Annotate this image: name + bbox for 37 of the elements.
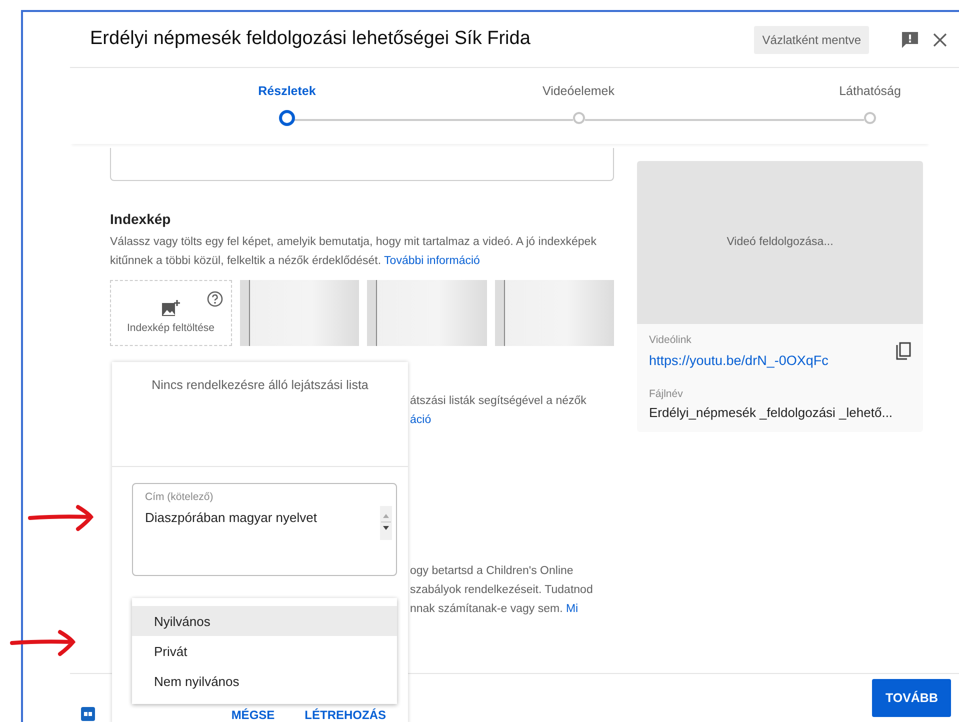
step-tab[interactable]: Láthatóság bbox=[810, 82, 930, 124]
menu-item[interactable]: Nyilvános bbox=[132, 606, 397, 636]
partial-text: átszási listák segítségével a nézők bbox=[410, 394, 588, 409]
more-info-link[interactable]: További információ bbox=[384, 255, 480, 267]
file-name: Erdélyi_népmesék _feldolgozási _lehető... bbox=[649, 404, 894, 422]
field-label: Fájlnév bbox=[649, 386, 684, 402]
copy-icon[interactable] bbox=[896, 342, 911, 360]
menu-item[interactable]: Nem nyilvános bbox=[132, 666, 397, 696]
spin-arrows-icon[interactable] bbox=[380, 506, 392, 540]
annotation-arrow bbox=[10, 629, 78, 657]
title-field[interactable]: Cím (kötelező) Diaszpórában magyar nyelvet bbox=[132, 483, 397, 576]
thumbnail-placeholder[interactable] bbox=[367, 280, 486, 346]
section-heading: Indexkép bbox=[110, 210, 172, 229]
partial-text: ogy betartsd a Children's Online bbox=[410, 565, 574, 577]
feedback-icon[interactable] bbox=[901, 30, 919, 48]
video-link[interactable]: https://youtu.be/drN_-0OXqFc bbox=[649, 352, 828, 368]
processing-label: Videó feldolgozása... bbox=[637, 161, 923, 324]
status-badge: Vázlatként mentve bbox=[754, 26, 869, 54]
description-field[interactable] bbox=[110, 148, 614, 181]
text-button[interactable]: MÉGSE bbox=[227, 706, 279, 722]
menu-item[interactable]: Privát bbox=[132, 636, 397, 666]
close-icon[interactable] bbox=[933, 32, 947, 46]
dialog-title: Erdélyi népmesék feldolgozási lehetőségei Sík Frida bbox=[90, 27, 532, 52]
field-label: Videólink bbox=[649, 333, 692, 348]
section-description: Válassz vagy tölts egy fel képet, amelyik bemutatja, hogy mit tartalmaz a videó. A jó indexképek kitűnnek a többi közül, felkeltik a nézők érdeklődését. További információ bbox=[110, 235, 598, 269]
text-button[interactable]: LÉTREHOZÁS bbox=[300, 706, 390, 722]
add-image-icon bbox=[162, 300, 180, 316]
empty-message: Nincs rendelkezésre álló lejátszási lista bbox=[152, 378, 368, 392]
thumbnail-placeholder[interactable] bbox=[240, 280, 359, 346]
thumbnail-placeholder[interactable] bbox=[494, 280, 614, 346]
info-link[interactable]: Mi bbox=[566, 603, 578, 615]
upload-thumbnail-button[interactable]: Indexkép feltöltése bbox=[110, 280, 232, 346]
partial-text: szabályok rendelkezéseit. Tudatnod bbox=[410, 584, 593, 596]
info-link[interactable]: áció bbox=[410, 414, 432, 426]
partial-text: nnak számítanak-e vagy sem. bbox=[410, 603, 563, 615]
next-button[interactable]: TOVÁBB bbox=[872, 678, 951, 718]
annotation-arrow bbox=[28, 504, 96, 532]
